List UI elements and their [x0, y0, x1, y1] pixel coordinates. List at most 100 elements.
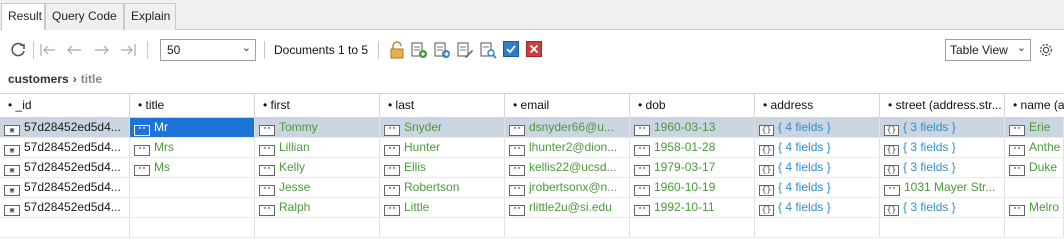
edit-document-icon[interactable]: [455, 40, 475, 60]
object-type-icon: {}: [884, 145, 899, 156]
document-icon: ▣: [4, 165, 20, 176]
column-header[interactable]: • _id: [0, 94, 130, 118]
table-cell[interactable]: ▣ 57d28452ed5d4...: [0, 178, 130, 198]
apply-changes-icon[interactable]: [503, 41, 519, 57]
tab-explain[interactable]: Explain: [124, 3, 176, 30]
table-cell[interactable]: "" 1960-10-19: [630, 178, 755, 198]
table-cell[interactable]: "" Mrs: [130, 138, 255, 158]
discard-changes-icon[interactable]: [526, 41, 542, 57]
object-type-icon: {}: [884, 125, 899, 136]
toolbar-separator: [378, 41, 379, 59]
string-type-icon: "": [509, 205, 525, 216]
table-cell[interactable]: "" rlittle2u@si.edu: [505, 198, 630, 218]
string-type-icon: "": [134, 125, 150, 136]
add-document-icon[interactable]: [409, 40, 429, 60]
table-cell[interactable]: ▣ 57d28452ed5d4...: [0, 138, 130, 158]
object-type-icon: {}: [884, 205, 899, 216]
table-cell[interactable]: {}{ 3 fields }: [880, 138, 1005, 158]
table-cell[interactable]: "" Tommy: [255, 118, 380, 138]
table-cell[interactable]: "" Robertson: [380, 178, 505, 198]
page-size-select[interactable]: 50 ⌄: [160, 39, 256, 61]
table-row[interactable]: ▣ 57d28452ed5d4... "" Jesse "" Robertson ""…: [0, 178, 1064, 198]
column-header[interactable]: • dob: [630, 94, 755, 118]
table-cell[interactable]: {}{ 3 fields }: [880, 158, 1005, 178]
table-cell[interactable]: [1005, 178, 1064, 198]
table-cell[interactable]: "" 1960-03-13: [630, 118, 755, 138]
table-cell[interactable]: "" Mr: [130, 118, 255, 138]
table-cell[interactable]: "" Snyder: [380, 118, 505, 138]
table-cell[interactable]: "" lhunter2@dion...: [505, 138, 630, 158]
column-header[interactable]: • street (address.str...: [880, 94, 1005, 118]
table-row[interactable]: ▣ 57d28452ed5d4... "" Ralph "" Little "" rli…: [0, 198, 1064, 218]
next-page-icon[interactable]: [92, 40, 112, 60]
table-cell[interactable]: {}{ 4 fields }: [755, 138, 880, 158]
table-cell[interactable]: {}{ 3 fields }: [880, 118, 1005, 138]
column-header[interactable]: • email: [505, 94, 630, 118]
table-cell[interactable]: "" 1992-10-11: [630, 198, 755, 218]
table-cell[interactable]: {}{ 4 fields }: [755, 158, 880, 178]
last-page-icon[interactable]: [118, 40, 138, 60]
table-cell[interactable]: "" Erie: [1005, 118, 1064, 138]
table-cell[interactable]: "" Melro: [1005, 198, 1064, 218]
column-header[interactable]: • last: [380, 94, 505, 118]
table-cell[interactable]: {}{ 4 fields }: [755, 178, 880, 198]
table-row[interactable]: ▣ 57d28452ed5d4... "" Ms "" Kelly "" Ellis "…: [0, 158, 1064, 178]
string-type-icon: "": [509, 145, 525, 156]
table-cell[interactable]: {}{ 3 fields }: [880, 198, 1005, 218]
table-cell[interactable]: {}{ 4 fields }: [755, 198, 880, 218]
table-cell[interactable]: "" 1979-03-17: [630, 158, 755, 178]
object-type-icon: {}: [759, 125, 774, 136]
view-mode-select[interactable]: Table View ⌄: [945, 39, 1031, 61]
table-cell[interactable]: "" 1031 Mayer Str...: [880, 178, 1005, 198]
table-cell[interactable]: {}{ 4 fields }: [755, 118, 880, 138]
view-document-icon[interactable]: [478, 40, 498, 60]
table-cell[interactable]: [130, 198, 255, 218]
clone-document-icon[interactable]: [432, 40, 452, 60]
table-cell[interactable]: "" Jesse: [255, 178, 380, 198]
gear-icon[interactable]: [1036, 40, 1056, 60]
table-cell[interactable]: "" jrobertsonx@n...: [505, 178, 630, 198]
table-row[interactable]: ▣ 57d28452ed5d4... "" Mr "" Tommy "" Snyder …: [0, 118, 1064, 138]
table-cell[interactable]: "" Ralph: [255, 198, 380, 218]
table-cell[interactable]: "" Duke: [1005, 158, 1064, 178]
tab-query-code[interactable]: Query Code: [45, 3, 124, 30]
table-cell[interactable]: "" dsnyder66@u...: [505, 118, 630, 138]
table-cell[interactable]: "" Ms: [130, 158, 255, 178]
string-type-icon: "": [259, 205, 275, 216]
table-cell[interactable]: "" 1958-01-28: [630, 138, 755, 158]
table-cell[interactable]: "" Ellis: [380, 158, 505, 178]
refresh-icon[interactable]: [8, 40, 28, 60]
table-cell[interactable]: ▣ 57d28452ed5d4...: [0, 198, 130, 218]
string-type-icon: "": [509, 165, 525, 176]
column-header[interactable]: • name (a: [1005, 94, 1064, 118]
string-type-icon: "": [384, 185, 400, 196]
column-header[interactable]: • address: [755, 94, 880, 118]
breadcrumb-collection[interactable]: customers: [8, 72, 69, 86]
table-cell[interactable]: "" Little: [380, 198, 505, 218]
table-row[interactable]: ▣ 57d28452ed5d4... "" Mrs "" Lillian "" Hunt…: [0, 138, 1064, 158]
column-header[interactable]: • title: [130, 94, 255, 118]
chevron-right-icon: ›: [72, 72, 77, 86]
previous-page-icon[interactable]: [64, 40, 84, 60]
string-type-icon: "": [259, 125, 275, 136]
table-cell[interactable]: "" Hunter: [380, 138, 505, 158]
tab-result[interactable]: Result: [1, 3, 45, 31]
table-cell: [255, 218, 380, 238]
date-type-icon: "": [634, 145, 650, 156]
table-cell[interactable]: ▣ 57d28452ed5d4...: [0, 118, 130, 138]
table-cell[interactable]: ▣ 57d28452ed5d4...: [0, 158, 130, 178]
first-page-icon[interactable]: [38, 40, 58, 60]
table-cell[interactable]: [130, 178, 255, 198]
table-cell[interactable]: "" Kelly: [255, 158, 380, 178]
page-size-value: 50: [167, 43, 181, 57]
column-header[interactable]: • first: [255, 94, 380, 118]
string-type-icon: "": [1009, 125, 1025, 136]
table-cell[interactable]: "" Anthe: [1005, 138, 1064, 158]
table-cell[interactable]: "" kellis22@ucsd...: [505, 158, 630, 178]
table-cell[interactable]: "" Lillian: [255, 138, 380, 158]
lock-icon[interactable]: [387, 40, 407, 60]
string-type-icon: "": [1009, 205, 1025, 216]
breadcrumb-field: title: [80, 72, 103, 86]
documents-range-label: Documents 1 to 5: [274, 43, 369, 57]
string-type-icon: "": [384, 125, 400, 136]
